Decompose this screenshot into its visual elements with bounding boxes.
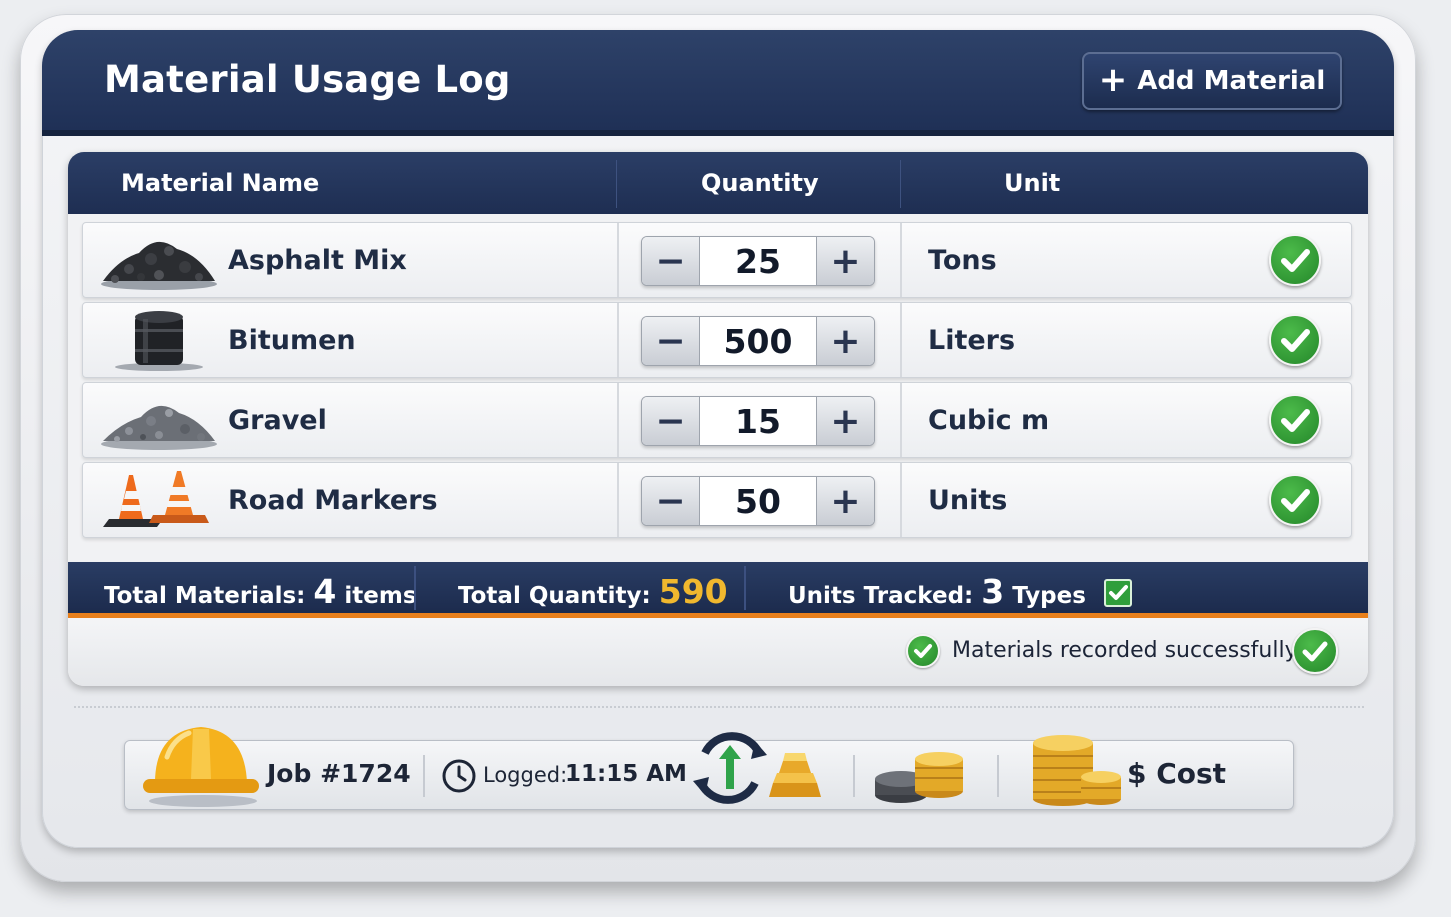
- coins-stack-icon: [875, 752, 963, 803]
- materials-table: Material Name Quantity Unit Asphalt Mix …: [68, 152, 1368, 686]
- logged-label: Logged:: [483, 763, 568, 787]
- quantity-value[interactable]: 15: [700, 397, 816, 445]
- column-header-quantity: Quantity: [701, 169, 819, 197]
- column-divider: [617, 303, 619, 377]
- unit-label: Units: [928, 485, 1008, 516]
- total-quantity-label: Total Quantity:: [458, 583, 651, 609]
- add-material-label: Add Material: [1137, 66, 1326, 96]
- logged-time: 11:15 AM: [565, 761, 687, 787]
- decrement-button[interactable]: −: [642, 237, 700, 285]
- footer-divider: [997, 755, 999, 797]
- summary-divider: [744, 566, 746, 610]
- quantity-stepper: − 25 +: [641, 236, 875, 286]
- increment-button[interactable]: +: [816, 477, 874, 525]
- table-row: Bitumen − 500 + Liters: [82, 302, 1352, 378]
- units-tracked-value: 3: [981, 572, 1005, 611]
- check-icon: [1269, 474, 1321, 526]
- table-row: Asphalt Mix − 25 + Tons: [82, 222, 1352, 298]
- column-divider: [617, 463, 619, 537]
- quantity-stepper: − 50 +: [641, 476, 875, 526]
- traffic-cone-icon: [103, 471, 209, 527]
- page-title: Material Usage Log: [104, 58, 511, 101]
- material-name: Road Markers: [228, 485, 438, 516]
- increment-button[interactable]: +: [816, 317, 874, 365]
- status-strip: Materials recorded successfully: [68, 618, 1368, 686]
- column-divider: [900, 303, 902, 377]
- plus-icon: +: [1098, 59, 1128, 100]
- total-materials-value: 4: [313, 572, 337, 611]
- unit-label: Liters: [928, 325, 1016, 356]
- job-footer: Job #1724 Logged: 11:15 AM $ Cost: [124, 727, 1294, 810]
- table-row: Gravel − 15 + Cubic m: [82, 382, 1352, 458]
- total-materials-label: Total Materials:: [104, 583, 306, 609]
- job-number: Job #1724: [267, 759, 411, 788]
- column-divider: [900, 223, 902, 297]
- check-icon: [1269, 234, 1321, 286]
- units-tracked-suffix: Types: [1012, 583, 1086, 609]
- table-row: Road Markers − 50 + Units: [82, 462, 1352, 538]
- success-check-icon: [1292, 628, 1338, 674]
- coin-pile-icon: [1033, 735, 1121, 806]
- column-divider: [617, 383, 619, 457]
- column-divider: [900, 463, 902, 537]
- material-log-panel: Material Usage Log + Add Material Materi…: [42, 30, 1394, 848]
- increment-button[interactable]: +: [816, 237, 874, 285]
- total-materials: Total Materials: 4 items: [104, 572, 417, 611]
- decrement-button[interactable]: −: [642, 397, 700, 445]
- units-tracked: Units Tracked: 3 Types: [788, 572, 1132, 611]
- total-quantity: Total Quantity: 590: [458, 572, 728, 611]
- exchange-icon: [693, 732, 767, 804]
- column-header-unit: Unit: [1004, 169, 1061, 197]
- increment-button[interactable]: +: [816, 397, 874, 445]
- footer-divider: [423, 755, 425, 797]
- material-name: Bitumen: [228, 325, 356, 356]
- gravel-pile-icon: [101, 405, 217, 450]
- add-material-button[interactable]: + Add Material: [1082, 52, 1342, 110]
- total-materials-suffix: items: [344, 583, 417, 609]
- panel-header: Material Usage Log + Add Material: [42, 30, 1394, 136]
- check-icon: [1269, 394, 1321, 446]
- decrement-button[interactable]: −: [642, 317, 700, 365]
- cost-label[interactable]: $ Cost: [1127, 757, 1226, 790]
- summary-divider: [414, 566, 416, 610]
- quantity-value[interactable]: 500: [700, 317, 816, 365]
- quantity-stepper: − 15 +: [641, 396, 875, 446]
- divider: [74, 706, 1364, 708]
- status-message: Materials recorded successfully: [952, 638, 1298, 663]
- barrel-icon: [115, 311, 203, 371]
- clock-icon: [442, 759, 476, 793]
- column-divider: [900, 160, 901, 208]
- checkbox-check-icon: [1103, 579, 1132, 607]
- column-header-material-name: Material Name: [121, 169, 320, 197]
- total-quantity-value: 590: [658, 572, 728, 611]
- success-check-icon: [906, 634, 940, 668]
- material-name: Asphalt Mix: [228, 245, 407, 276]
- column-divider: [900, 383, 902, 457]
- quantity-value[interactable]: 50: [700, 477, 816, 525]
- decrement-button[interactable]: −: [642, 477, 700, 525]
- gold-bars-icon: [769, 753, 821, 797]
- column-divider: [617, 223, 619, 297]
- summary-bar: Total Materials: 4 items Total Quantity:…: [68, 562, 1368, 618]
- asphalt-pile-icon: [101, 241, 217, 290]
- material-name: Gravel: [228, 405, 327, 436]
- unit-label: Cubic m: [928, 405, 1050, 436]
- footer-divider: [853, 755, 855, 797]
- quantity-stepper: − 500 +: [641, 316, 875, 366]
- check-icon: [1269, 314, 1321, 366]
- table-header: Material Name Quantity Unit: [68, 152, 1368, 214]
- quantity-value[interactable]: 25: [700, 237, 816, 285]
- unit-label: Tons: [928, 245, 997, 276]
- column-divider: [616, 160, 617, 208]
- units-tracked-label: Units Tracked:: [788, 583, 974, 609]
- hard-hat-icon: [143, 727, 259, 807]
